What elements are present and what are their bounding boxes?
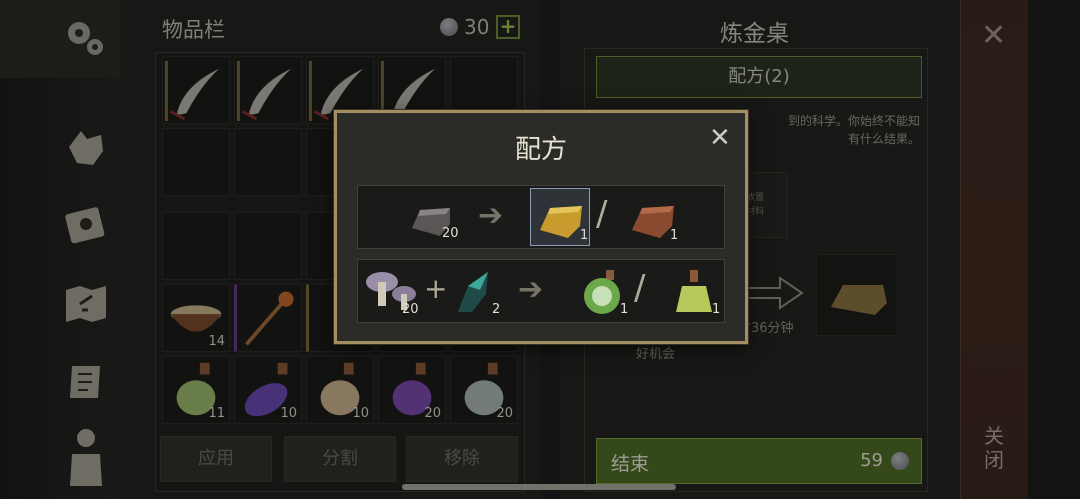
item-count: 20: [442, 226, 459, 241]
item-count: 2: [492, 302, 501, 317]
modal-close-icon[interactable]: ✕: [709, 123, 731, 153]
separator: /: [596, 194, 608, 234]
recipe-input: 20: [406, 194, 459, 244]
recipe-output: 1: [628, 194, 678, 244]
separator: /: [634, 268, 646, 308]
recipe-output: 1: [536, 194, 589, 244]
recipe-output: 1: [578, 268, 628, 318]
item-count: 20: [402, 302, 419, 317]
item-count: 1: [670, 228, 679, 243]
recipe-input: 20: [364, 268, 419, 318]
plus-icon: +: [424, 272, 448, 305]
arrow-right-icon: ➔: [478, 198, 504, 233]
gold-ingot-icon: [540, 206, 582, 238]
recipe-row[interactable]: 20 ➔ 1 / 1: [357, 185, 725, 249]
modal-title: 配方: [514, 135, 567, 165]
recipe-input: 2: [450, 268, 500, 318]
recipe-output: 1: [668, 268, 721, 318]
game-screen: 物品栏 30 + 14 6 6 11 10: [0, 0, 1080, 499]
recipe-row[interactable]: 20 + 2 ➔ 1 / 1: [357, 259, 725, 323]
recipes-modal: 配方 ✕ 20 ➔ 1 / 1 20 + 2 ➔ 1 / 1: [334, 110, 748, 344]
item-count: 1: [712, 302, 721, 317]
item-count: 1: [580, 228, 589, 243]
arrow-right-icon: ➔: [518, 272, 544, 307]
item-count: 1: [620, 302, 629, 317]
lime-potion-icon: [676, 270, 712, 312]
home-indicator: [402, 484, 676, 490]
